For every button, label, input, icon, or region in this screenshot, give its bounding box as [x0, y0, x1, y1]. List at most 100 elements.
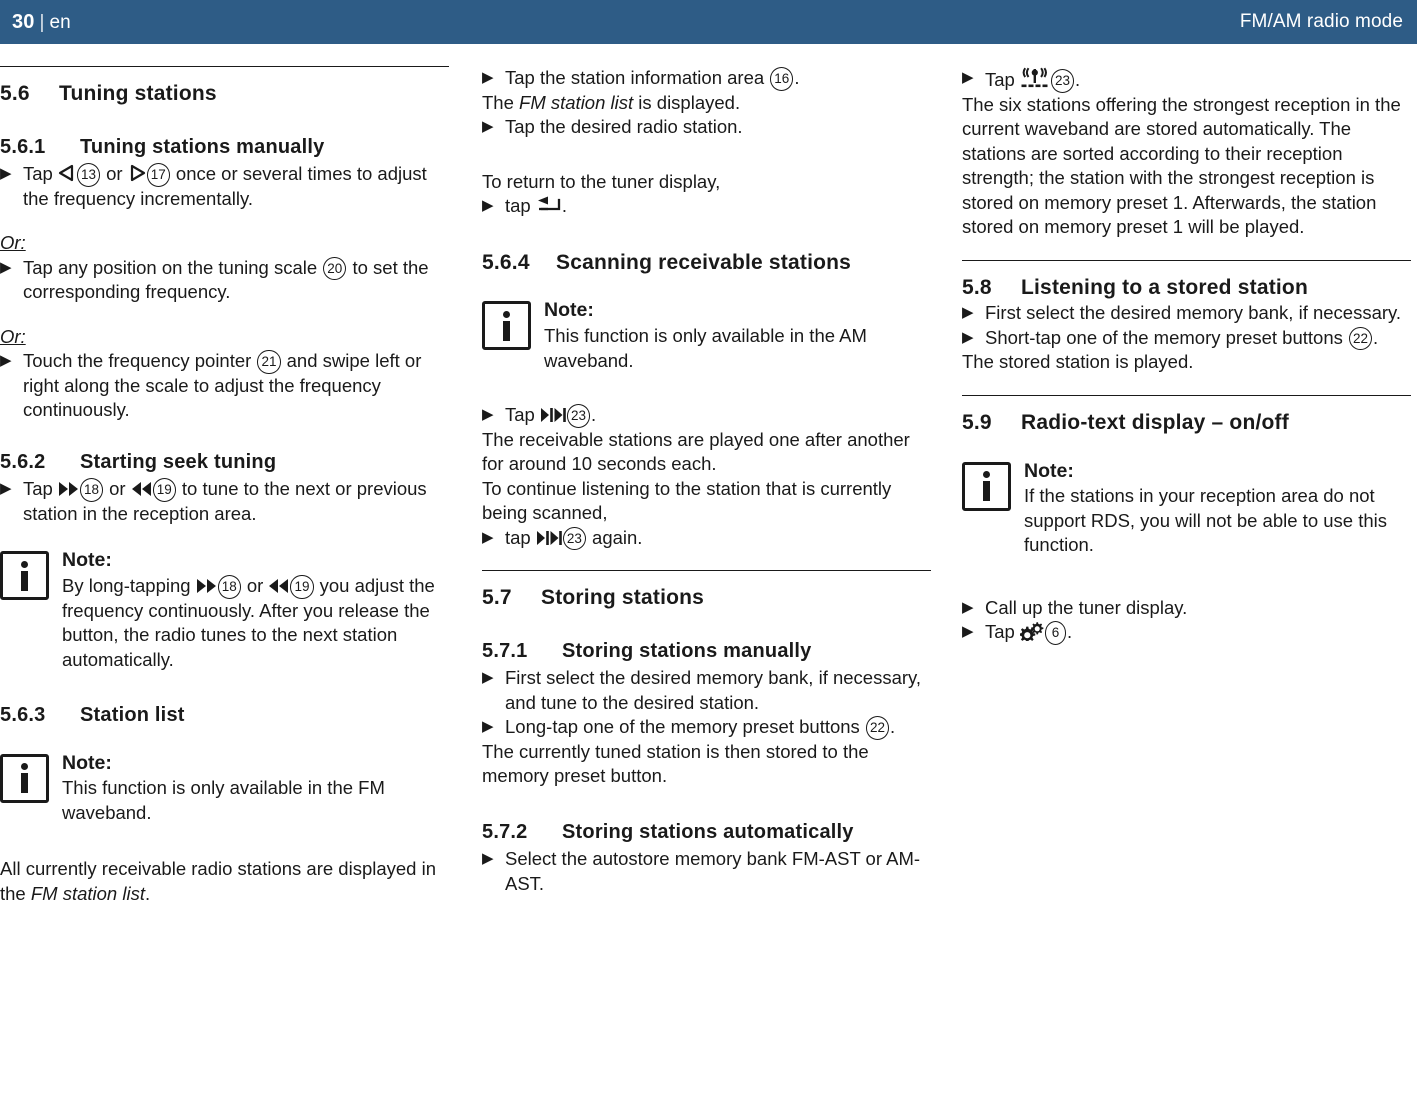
heading-5-6-number: 5.6: [0, 82, 30, 105]
note-title: Note:: [62, 549, 112, 572]
bullet-triangle-icon: ▶: [0, 480, 12, 498]
step-pre: Tap: [23, 163, 53, 185]
ref-22: 22: [1349, 326, 1373, 351]
note-body: Note: If the stations in your reception …: [1024, 459, 1411, 558]
note-title: Note:: [1024, 459, 1074, 482]
rewind-icon: [131, 481, 152, 497]
heading-5-6-2-number: 5.6.2: [0, 450, 46, 473]
header-separator: |: [39, 11, 45, 33]
fm-station-list-italic: FM station list: [519, 91, 634, 113]
step-pre: Long-tap one of the memory preset button…: [505, 716, 860, 738]
back-arrow-icon: [536, 196, 562, 214]
step-pre: Touch the frequency pointer: [23, 350, 252, 372]
step-text: Tap 13 or 17 once or several times to ad…: [23, 162, 449, 211]
or-block-2: Or:: [0, 305, 449, 350]
ref-18: 18: [217, 575, 241, 599]
heading-5-6-1-number: 5.6.1: [0, 135, 46, 158]
ref-23: 23: [566, 404, 590, 428]
heading-5-6-2-title: Starting seek tuning: [80, 450, 277, 473]
note-text: By long-tapping 18 or 19 you adjust the …: [62, 574, 449, 672]
or-block-1: Or:: [0, 211, 449, 256]
step-longtap-memory-preset: ▶ Long-tap one of the memory preset butt…: [482, 715, 931, 740]
ref-22: 22: [865, 716, 889, 740]
paragraph-all-stations-displayed: All currently receivable radio stations …: [0, 857, 449, 906]
line-post: is displayed.: [633, 91, 741, 113]
heading-5-9-number: 5.9: [962, 410, 992, 434]
heading-5-9: 5.9 Radio-text display – on/off: [962, 409, 1411, 437]
paragraph-six-strongest-stations: The six stations offering the strongest …: [962, 93, 1401, 238]
step-mid: or: [106, 163, 123, 185]
info-icon: [962, 461, 1011, 511]
ref-19: 19: [290, 575, 314, 599]
ref-6: 6: [1044, 621, 1066, 645]
heading-5-6-3-number: 5.6.3: [0, 704, 46, 727]
step-call-tuner-display: ▶ Call up the tuner display.: [962, 596, 1411, 621]
bullet-triangle-icon: ▶: [962, 69, 974, 86]
fm-station-list-italic: FM station list: [30, 882, 145, 904]
or-label: Or:: [0, 325, 26, 347]
column-3: ▶ Tap 23. The six stations offering the …: [962, 66, 1417, 906]
info-glyph: [503, 310, 510, 341]
antenna-icon: [1020, 66, 1050, 90]
page-number: 30: [12, 10, 35, 33]
step-post: .: [1075, 69, 1081, 90]
heading-5-8-title: Listening to a stored station: [1021, 275, 1308, 299]
rewind-icon: [268, 578, 289, 594]
bullet-triangle-icon: ▶: [0, 258, 12, 276]
step-pre: tap: [505, 195, 531, 216]
column-1: 5.6 Tuning stations 5.6.1 Tuning station…: [0, 66, 455, 906]
or-label: Or:: [0, 232, 26, 254]
step-tap-scan-again: ▶ tap 23 again.: [482, 526, 931, 551]
note-rds-support: Note: If the stations in your reception …: [962, 459, 1411, 558]
bullet-triangle-icon: ▶: [962, 623, 974, 641]
note-long-tapping: Note: By long-tapping 18 or 19 you adjus…: [0, 548, 449, 672]
fast-forward-icon: [58, 481, 79, 497]
gears-icon: [1019, 621, 1044, 642]
step-tap-settings: ▶ Tap 6.: [962, 620, 1411, 645]
heading-5-7-2-number: 5.7.2: [482, 820, 528, 843]
ref-20: 20: [323, 256, 347, 281]
ref-21: 21: [257, 350, 281, 374]
section-rule: [482, 570, 931, 572]
heading-5-6-title: Tuning stations: [59, 82, 217, 105]
line-continue-listening: To continue listening to the station tha…: [482, 477, 892, 524]
step-pre: Tap: [985, 69, 1015, 90]
paragraph-post: .: [144, 882, 151, 904]
line-pre: The: [482, 91, 520, 113]
info-glyph: [21, 763, 28, 794]
heading-5-7-1-title: Storing stations manually: [562, 639, 812, 662]
bullet-triangle-icon: ▶: [482, 528, 494, 546]
column-2: ▶ Tap the station information area 16. T…: [482, 66, 937, 906]
info-stem: [21, 570, 28, 591]
ref-17: 17: [146, 163, 170, 187]
info-dot: [21, 560, 28, 568]
bullet-triangle-icon: ▶: [482, 669, 494, 687]
note-title: Note:: [544, 299, 594, 322]
page-header: 30 | en FM/AM radio mode: [0, 0, 1417, 44]
heading-5-6-3-title: Station list: [80, 704, 185, 727]
line-scan-description: The receivable stations are played one a…: [482, 428, 910, 475]
language-code: en: [49, 11, 71, 33]
step-pre: tap: [505, 526, 531, 548]
note-am-waveband: Note: This function is only available in…: [482, 298, 931, 373]
step-post: again.: [592, 526, 643, 548]
bullet-triangle-icon: ▶: [482, 69, 494, 86]
info-dot: [983, 471, 990, 479]
header-page-indicator: 30 | en: [12, 11, 71, 34]
bullet-triangle-icon: ▶: [962, 304, 974, 322]
note-body: Note: By long-tapping 18 or 19 you adjus…: [62, 548, 449, 672]
info-stem: [983, 481, 990, 502]
step-pre: Tap: [985, 621, 1015, 643]
line-station-list-displayed: The FM station list is displayed.: [482, 91, 931, 116]
info-icon: [0, 753, 49, 803]
info-dot: [503, 310, 510, 318]
heading-5-6: 5.6 Tuning stations: [0, 80, 449, 108]
step-tap-prev-next: ▶ Tap 13 or 17 once or several times to …: [0, 162, 449, 211]
heading-5-6-4-number: 5.6.4: [482, 250, 530, 274]
step-post: .: [1066, 621, 1073, 643]
step-tap-tuning-scale: ▶ Tap any position on the tuning scale 2…: [0, 256, 449, 305]
section-rule: [962, 394, 1411, 396]
bullet-triangle-icon: ▶: [482, 197, 494, 214]
bullet-triangle-icon: ▶: [482, 118, 494, 135]
note-body: Note: This function is only available in…: [62, 751, 449, 826]
